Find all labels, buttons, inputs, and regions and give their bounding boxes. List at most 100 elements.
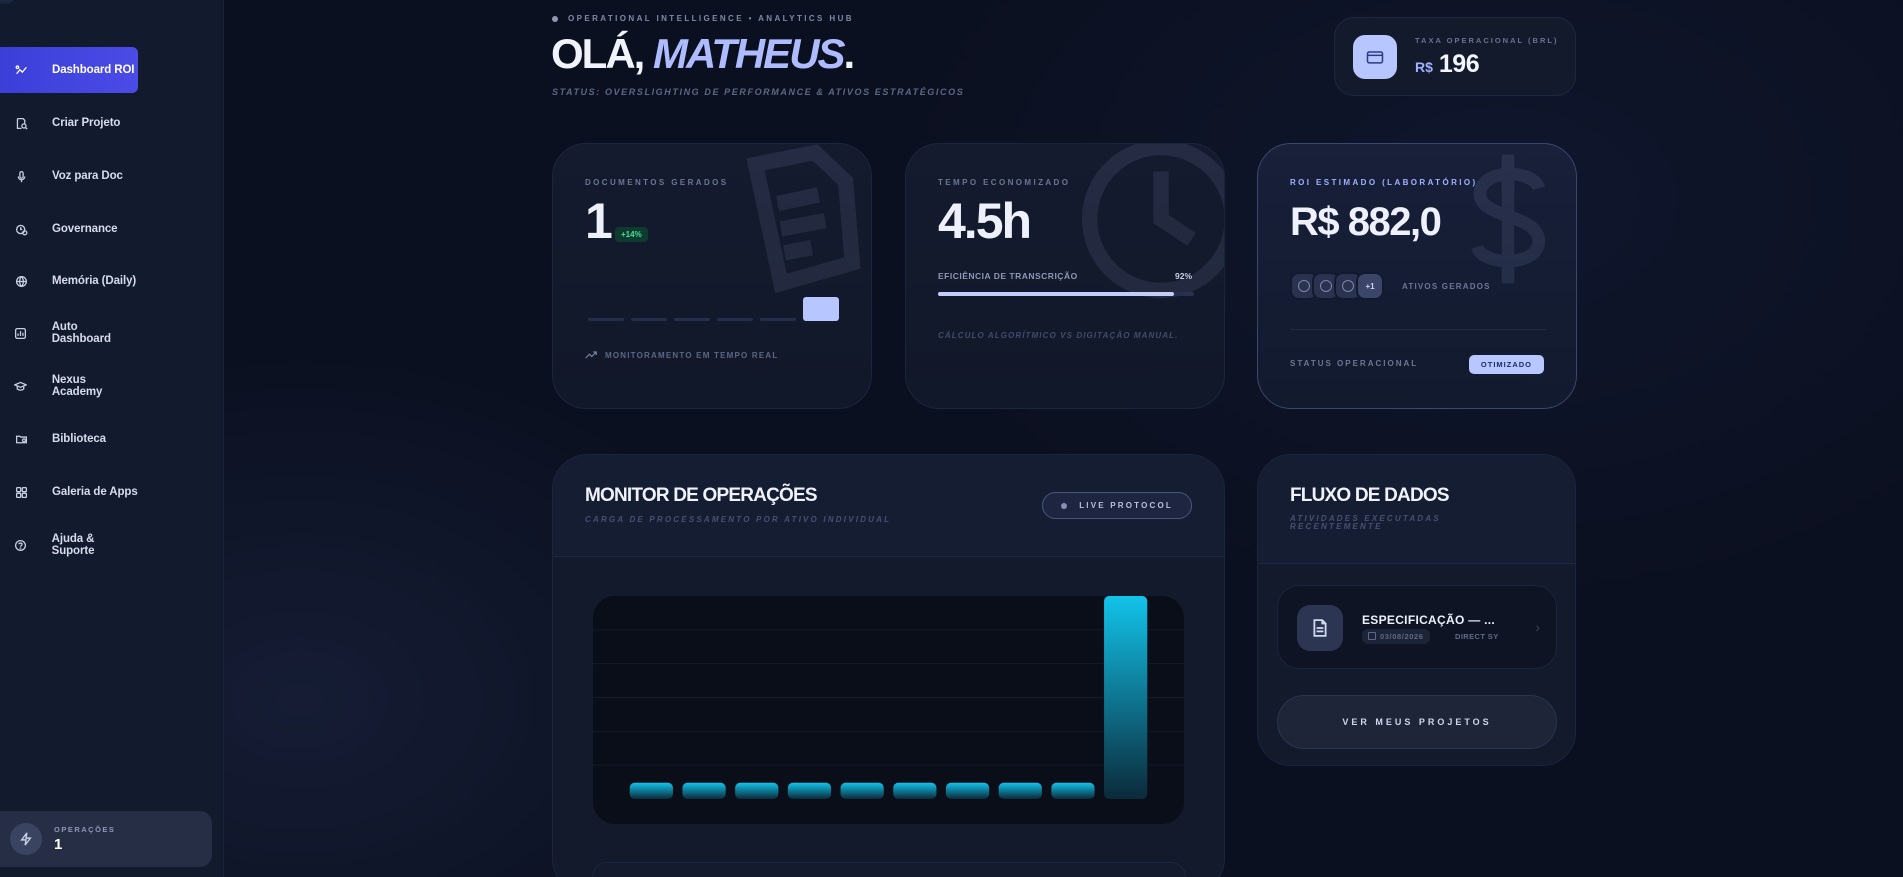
chart-bar xyxy=(735,782,779,799)
operations-chart xyxy=(593,596,1184,824)
sidebar-item-nexus-academy[interactable]: Nexus Academy xyxy=(0,363,138,409)
dollar-bg-icon xyxy=(1438,144,1576,299)
docs-label: DOCUMENTOS GERADOS xyxy=(585,178,729,187)
flow-title: FLUXO DE DADOS xyxy=(1290,485,1450,506)
efficiency-progress xyxy=(938,292,1194,296)
microphone-icon xyxy=(14,169,28,183)
sidebar-item-label: Auto Dashboard xyxy=(51,321,111,345)
eyebrow-text: OPERATIONAL INTELLIGENCE • ANALYTICS HUB xyxy=(568,14,854,23)
sidebar: Dashboard ROI Criar Projeto Voz para Doc… xyxy=(0,0,224,877)
chart-bar xyxy=(1104,596,1148,799)
chart-bar xyxy=(629,782,673,799)
time-label: TEMPO ECONOMIZADO xyxy=(938,178,1071,187)
rate-value: R$ 196 xyxy=(1415,50,1480,79)
folder-search-icon xyxy=(14,432,28,446)
time-value: 4.5h xyxy=(938,193,1032,249)
sidebar-item-auto-dashboard[interactable]: Auto Dashboard xyxy=(0,310,138,356)
sidebar-item-galeria-de-apps[interactable]: Galeria de Apps xyxy=(0,469,138,515)
delta-badge: +14% xyxy=(615,227,648,242)
rate-card: TAXA OPERACIONAL (BRL) R$ 196 xyxy=(1334,17,1576,96)
monitor-subtitle: CARGA DE PROCESSAMENTO POR ATIVO INDIVID… xyxy=(585,515,892,524)
chart-bar xyxy=(840,782,884,799)
sidebar-item-dashboard-roi[interactable]: Dashboard ROI xyxy=(0,47,138,93)
efficiency-progress-fill xyxy=(938,292,1174,296)
credit-card-icon xyxy=(1353,35,1397,79)
chart-icon xyxy=(14,326,28,340)
greeting-prefix: OLÁ, xyxy=(551,30,645,77)
status-line: STATUS: OVERSLIGHTING DE PERFORMANCE & A… xyxy=(552,87,965,97)
live-dot xyxy=(1061,502,1068,509)
trend-icon xyxy=(585,351,597,359)
mini-bar xyxy=(631,318,667,321)
mini-bar xyxy=(717,318,753,321)
chart-bar xyxy=(682,782,726,799)
analytics-icon xyxy=(14,63,28,77)
operations-monitor: MONITOR DE OPERAÇÕES CARGA DE PROCESSAME… xyxy=(552,454,1225,877)
clock-bg-icon xyxy=(1076,144,1224,309)
mini-bar xyxy=(803,297,839,321)
data-flow-panel: FLUXO DE DADOS ATIVIDADES EXECUTADAS REC… xyxy=(1257,454,1576,766)
mini-bar xyxy=(588,318,624,321)
chart-bar xyxy=(1051,782,1095,799)
chart-bar xyxy=(787,782,832,799)
sidebar-item-label: Memória (Daily) xyxy=(52,275,137,287)
shield-clock-icon xyxy=(14,222,28,236)
sidebar-item-label: Governance xyxy=(52,223,118,235)
activity-item[interactable]: ESPECIFICAÇÃO — ... 03/08/2026 DIRECT SY… xyxy=(1277,585,1557,669)
operations-label: OPERAÇÕES xyxy=(54,825,116,834)
sidebar-item-label: Criar Projeto xyxy=(52,117,121,129)
bolt-icon xyxy=(10,823,42,855)
chart-bar xyxy=(893,782,937,799)
roi-value: R$ 882,0 xyxy=(1290,200,1442,244)
monitor-title: MONITOR DE OPERAÇÕES xyxy=(585,485,818,506)
activity-title: ESPECIFICAÇÃO — ... xyxy=(1362,613,1496,627)
user-name: MATHEUS xyxy=(653,30,846,77)
sidebar-item-governance[interactable]: Governance xyxy=(0,206,138,252)
globe-icon xyxy=(14,274,28,288)
divider xyxy=(1290,329,1546,330)
op-status-label: STATUS OPERACIONAL xyxy=(1290,359,1419,368)
avatar-more: +1 xyxy=(1356,272,1384,300)
roi-card: ROI ESTIMADO (LABORATÓRIO) R$ 882,0 +1 A… xyxy=(1257,143,1577,409)
monitor-header: MONITOR DE OPERAÇÕES CARGA DE PROCESSAME… xyxy=(553,455,1224,557)
realtime-note: MONITORAMENTO EM TEMPO REAL xyxy=(585,349,778,361)
greeting-suffix: . xyxy=(843,30,856,77)
operations-chart-svg xyxy=(593,596,1184,799)
flow-subtitle: ATIVIDADES EXECUTADAS RECENTEMENTE xyxy=(1290,514,1441,531)
asset-avatars: +1 xyxy=(1290,272,1384,300)
page-title: OLÁ, MATHEUS. xyxy=(551,30,856,78)
help-circle-icon xyxy=(14,538,28,552)
mini-bar xyxy=(674,318,710,321)
live-label: LIVE PROTOCOL xyxy=(1079,501,1173,510)
sidebar-item-label: Dashboard ROI xyxy=(52,64,135,76)
sidebar-item-ajuda-suporte[interactable]: Ajuda & Suporte xyxy=(0,522,138,568)
calendar-icon xyxy=(1368,632,1376,640)
activity-tag: DIRECT SY xyxy=(1455,632,1499,641)
mini-bar xyxy=(760,318,796,321)
roi-label: ROI ESTIMADO (LABORATÓRIO) xyxy=(1290,178,1478,187)
rate-currency: R$ xyxy=(1415,59,1433,75)
efficiency-label: EFICIÊNCIA DE TRANSCRIÇÃO xyxy=(938,271,1078,281)
view-projects-button[interactable]: VER MEUS PROJETOS xyxy=(1277,695,1557,749)
operations-counter[interactable]: OPERAÇÕES 1 xyxy=(0,811,212,867)
sidebar-item-biblioteca[interactable]: Biblioteca xyxy=(0,416,138,462)
status-badge: OTIMIZADO xyxy=(1468,355,1544,374)
flow-header: FLUXO DE DADOS ATIVIDADES EXECUTADAS REC… xyxy=(1258,455,1575,564)
sidebar-item-label: Voz para Doc xyxy=(52,170,123,182)
page-eyebrow: OPERATIONAL INTELLIGENCE • ANALYTICS HUB xyxy=(552,14,854,23)
sidebar-item-criar-projeto[interactable]: Criar Projeto xyxy=(0,100,138,146)
sidebar-item-voz-para-doc[interactable]: Voz para Doc xyxy=(0,153,138,199)
docs-card: DOCUMENTOS GERADOS 1 +14% MONITORAMENTO … xyxy=(552,143,872,409)
sidebar-item-memoria[interactable]: Memória (Daily) xyxy=(0,258,138,304)
activity-date: 03/08/2026 xyxy=(1362,629,1430,644)
next-panel xyxy=(592,862,1186,877)
document-bg-icon xyxy=(713,144,871,319)
live-protocol-button[interactable]: LIVE PROTOCOL xyxy=(1042,492,1192,519)
assets-label: ATIVOS GERADOS xyxy=(1402,282,1491,291)
operations-value: 1 xyxy=(54,836,63,853)
sidebar-logo xyxy=(0,0,18,4)
calc-note: CÁLCULO ALGORÍTMICO VS DIGITAÇÃO MANUAL. xyxy=(938,331,1179,340)
grid-icon xyxy=(14,485,28,499)
docs-value: 1 xyxy=(585,193,613,249)
document-icon xyxy=(1297,605,1343,651)
